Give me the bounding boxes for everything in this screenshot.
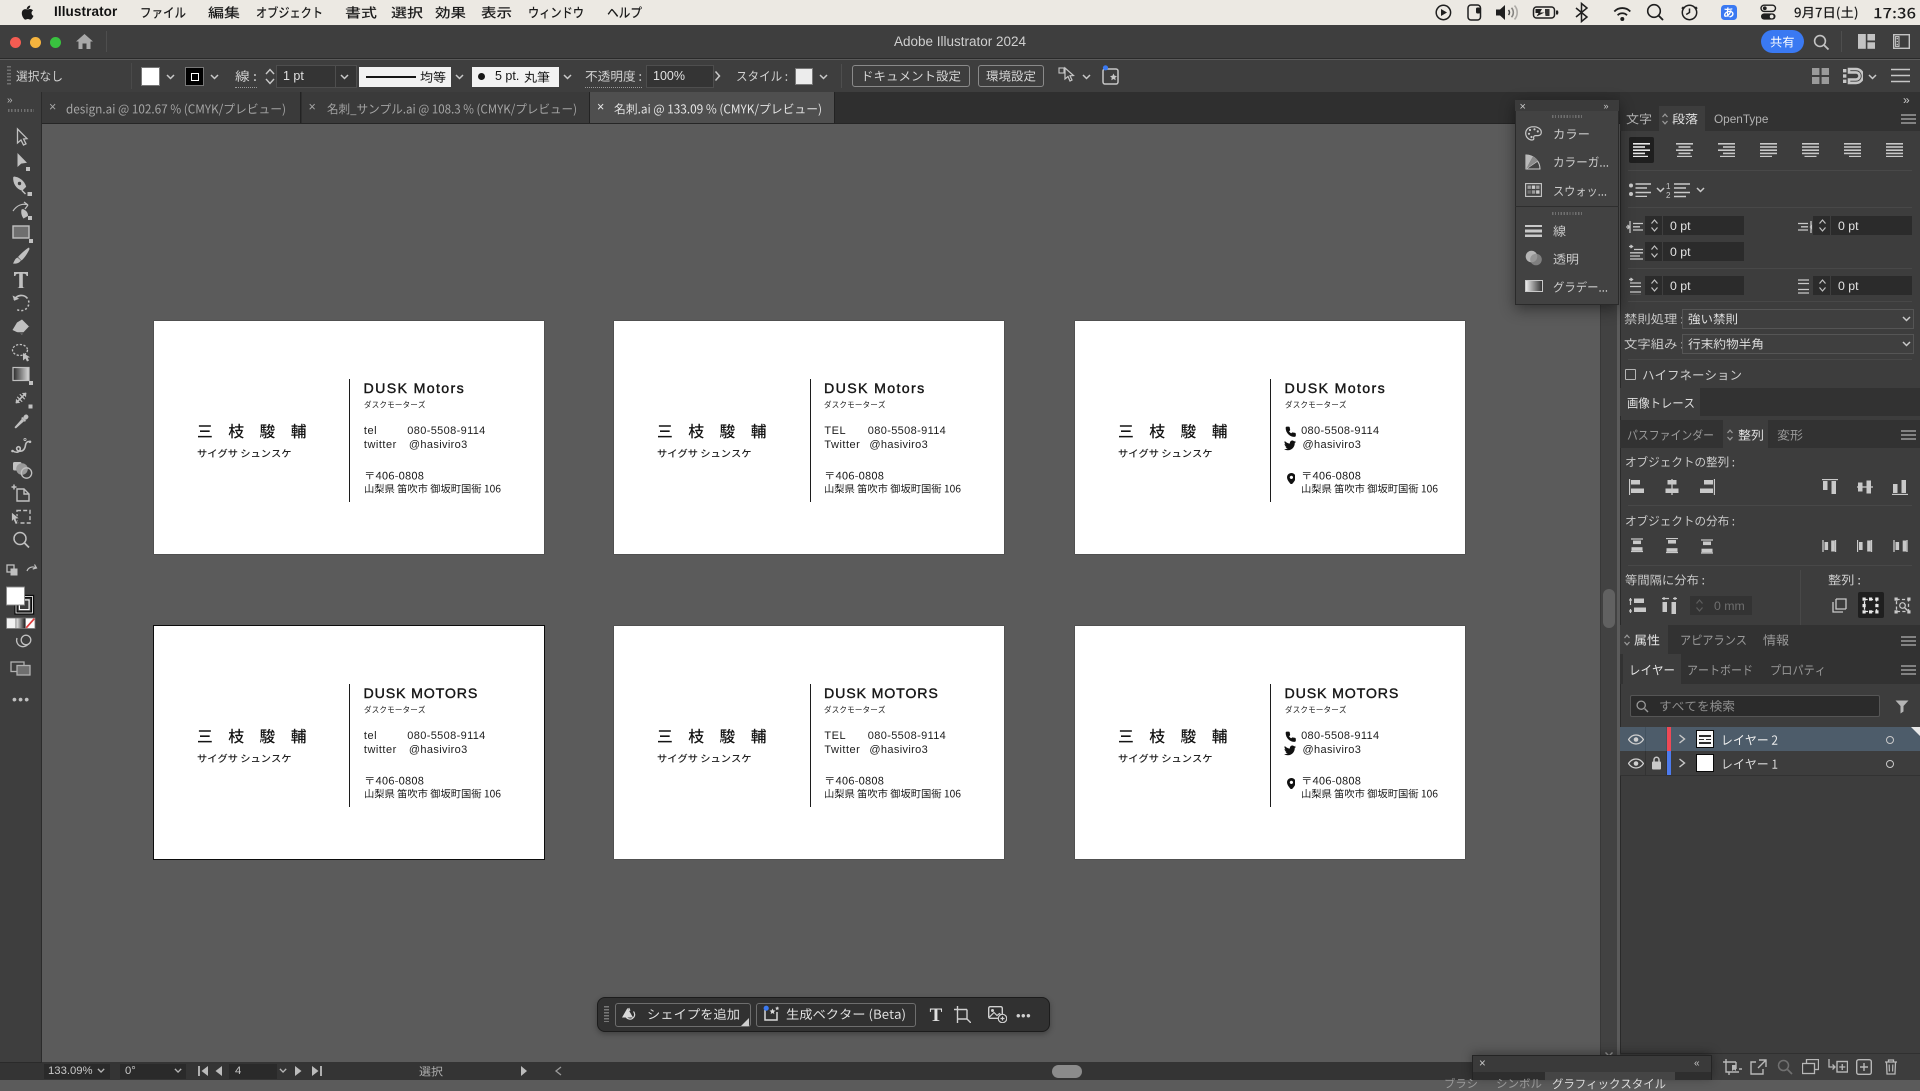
svg-text:1: 1	[1666, 182, 1671, 191]
svg-text:2: 2	[1666, 191, 1671, 198]
